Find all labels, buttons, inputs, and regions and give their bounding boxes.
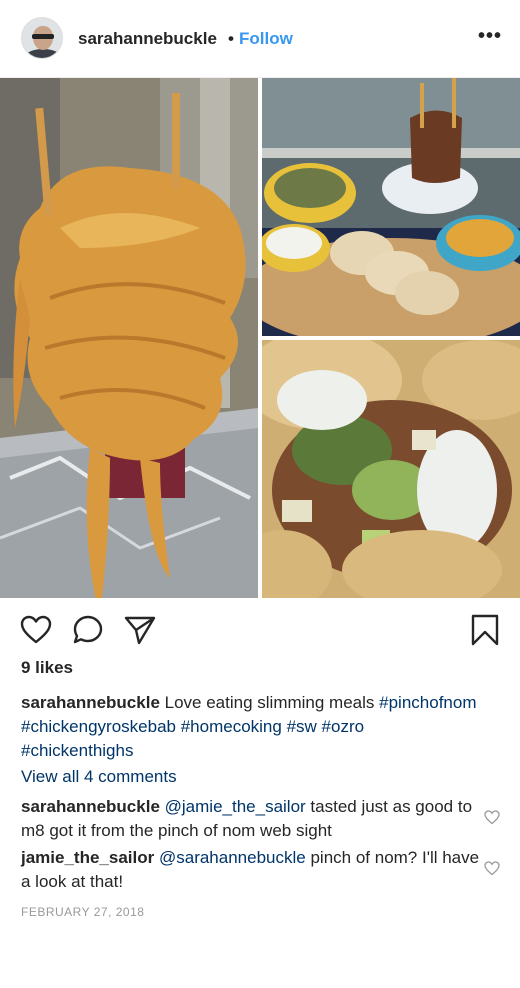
comment-item: jamie_the_sailor @sarahannebuckle pinch … xyxy=(21,846,481,894)
more-options-button[interactable]: ••• xyxy=(478,25,502,48)
comment-like-heart-icon[interactable] xyxy=(484,861,500,876)
post-header: sarahannebuckle • Follow ••• xyxy=(0,0,520,78)
likes-count[interactable]: 9 likes xyxy=(21,658,73,678)
comment-item: sarahannebuckle @jamie_the_sailor tasted… xyxy=(21,795,481,843)
action-bar xyxy=(0,610,520,650)
comment-mention[interactable]: @jamie_the_sailor xyxy=(165,797,306,816)
send-icon[interactable] xyxy=(124,615,156,645)
comment-like-heart-icon[interactable] xyxy=(484,810,500,825)
avatar-shirt xyxy=(25,49,61,58)
caption-text: Love eating slimming meals xyxy=(164,693,375,712)
avatar-glasses xyxy=(32,34,54,39)
hashtag-link[interactable]: #chickenthighs xyxy=(21,741,133,760)
hashtag-link[interactable]: #ozro xyxy=(322,717,365,736)
photo-platter-art xyxy=(262,78,520,336)
hashtag-link[interactable]: #chickengyroskebab xyxy=(21,717,176,736)
caption-username[interactable]: sarahannebuckle xyxy=(21,693,160,712)
follow-button[interactable]: Follow xyxy=(239,29,293,49)
hashtag-link[interactable]: #homecoking xyxy=(181,717,282,736)
photo-pitta-closeup-art xyxy=(262,340,520,598)
username-link[interactable]: sarahannebuckle xyxy=(78,29,217,49)
view-all-comments-link[interactable]: View all 4 comments xyxy=(21,767,177,787)
post-date[interactable]: FEBRUARY 27, 2018 xyxy=(21,905,144,919)
bookmark-icon[interactable] xyxy=(470,614,500,646)
post-media[interactable] xyxy=(0,78,520,598)
comment-mention[interactable]: @sarahannebuckle xyxy=(159,848,306,867)
post-caption: sarahannebuckle Love eating slimming mea… xyxy=(21,691,505,763)
photo-pitta-closeup xyxy=(262,340,520,598)
comment-username[interactable]: jamie_the_sailor xyxy=(21,848,154,867)
hashtag-link[interactable]: #sw xyxy=(287,717,317,736)
photo-gyros-tower-art xyxy=(0,78,258,598)
heart-icon[interactable] xyxy=(20,615,52,645)
photo-platter xyxy=(262,78,520,336)
hashtag-link[interactable]: #pinchofnom xyxy=(379,693,476,712)
photo-gyros-tower xyxy=(0,78,258,598)
comment-icon[interactable] xyxy=(72,614,104,646)
avatar[interactable] xyxy=(21,17,63,59)
separator-dot: • xyxy=(228,29,234,48)
comment-username[interactable]: sarahannebuckle xyxy=(21,797,160,816)
